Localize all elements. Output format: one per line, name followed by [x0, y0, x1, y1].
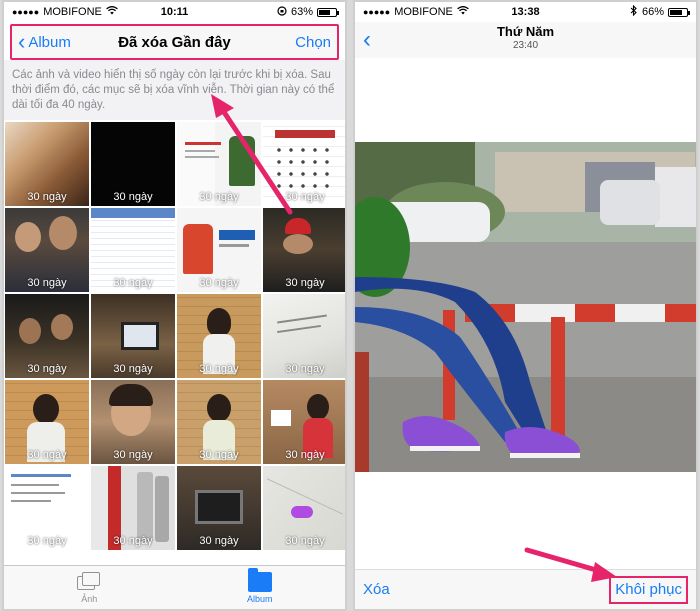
battery-percent: 63%	[290, 6, 313, 18]
tab-photos-label: Ảnh	[81, 593, 98, 604]
info-text: Các ảnh và video hiển thị số ngày còn lạ…	[4, 60, 345, 120]
status-bar: ●●●●● MOBIFONE 13:38 66%	[355, 2, 696, 22]
rotation-lock-icon	[277, 5, 287, 19]
photo-grid: 30 ngày 30 ngày 30 ngày 30 ngày 30 ngày …	[4, 120, 345, 550]
photo-thumbnail[interactable]: 30 ngày	[5, 122, 89, 206]
photo-thumbnail[interactable]: 30 ngày	[91, 466, 175, 550]
tab-album-label: Album	[246, 593, 273, 604]
battery-icon	[668, 7, 690, 17]
photo-thumbnail[interactable]: 30 ngày	[263, 208, 345, 292]
photo-thumbnail[interactable]: 30 ngày	[177, 122, 261, 206]
restore-button[interactable]: Khôi phục	[615, 581, 682, 598]
status-bar: ●●●●● MOBIFONE 10:11 63%	[4, 2, 345, 22]
photo-thumbnail[interactable]: 30 ngày	[177, 294, 261, 378]
deleted-album-screen: ●●●●● MOBIFONE 10:11 63% ‹ Album Đã xóa …	[2, 0, 347, 611]
tab-photos[interactable]: Ảnh	[4, 566, 175, 609]
photo-thumbnail[interactable]: 30 ngày	[91, 122, 175, 206]
photo-thumbnail[interactable]: 30 ngày	[91, 380, 175, 464]
photo-thumbnail[interactable]: 30 ngày	[263, 122, 345, 206]
photo-time: 23:40	[512, 40, 539, 51]
photo-thumbnail[interactable]: 30 ngày	[5, 380, 89, 464]
deleted-photo[interactable]	[355, 142, 696, 472]
back-to-album-button[interactable]: ‹ Album	[18, 31, 71, 53]
navigation-bar: ‹ Album Đã xóa Gần đây Chọn	[10, 24, 339, 60]
photo-thumbnail[interactable]: 30 ngày	[91, 294, 175, 378]
photo-thumbnail[interactable]: 30 ngày	[177, 208, 261, 292]
navigation-bar: ‹ Thứ Năm 23:40	[355, 22, 696, 58]
back-button[interactable]: ‹	[363, 28, 371, 52]
photo-date-title: Thứ Năm 23:40	[355, 24, 696, 51]
signal-icon: ●●●●●	[12, 7, 40, 17]
photos-icon	[77, 571, 101, 592]
chevron-left-icon: ‹	[18, 29, 26, 54]
street-photo	[355, 142, 696, 472]
restore-highlight: Khôi phục	[609, 575, 688, 604]
photo-thumbnail[interactable]: 30 ngày	[177, 466, 261, 550]
back-label: Album	[28, 33, 71, 51]
wifi-icon	[457, 6, 469, 18]
photo-thumbnail[interactable]: 30 ngày	[5, 294, 89, 378]
select-button[interactable]: Chọn	[295, 34, 331, 51]
album-folder-icon	[247, 567, 272, 592]
battery-percent: 66%	[641, 6, 664, 18]
photo-day: Thứ Năm	[496, 24, 555, 39]
tab-album[interactable]: Album	[175, 566, 346, 609]
photo-thumbnail[interactable]: 30 ngày	[5, 466, 89, 550]
delete-button[interactable]: Xóa	[363, 581, 390, 598]
signal-icon: ●●●●●	[363, 7, 391, 17]
photo-thumbnail[interactable]: 30 ngày	[263, 380, 345, 464]
wifi-icon	[106, 6, 118, 18]
battery-icon	[317, 7, 339, 17]
photo-thumbnail[interactable]: 30 ngày	[5, 208, 89, 292]
tab-bar: Ảnh Album	[4, 565, 345, 609]
carrier-label: MOBIFONE	[394, 6, 453, 18]
photo-thumbnail[interactable]: 30 ngày	[177, 380, 261, 464]
photo-thumbnail[interactable]: 30 ngày	[91, 208, 175, 292]
bluetooth-icon	[630, 4, 638, 19]
bottom-toolbar: Xóa Khôi phục	[355, 569, 696, 609]
photo-detail-screen: ●●●●● MOBIFONE 13:38 66% ‹ Thứ Năm 23:40	[353, 0, 698, 611]
photo-thumbnail[interactable]: 30 ngày	[263, 466, 345, 550]
carrier-label: MOBIFONE	[43, 6, 102, 18]
photo-thumbnail[interactable]: 30 ngày	[263, 294, 345, 378]
